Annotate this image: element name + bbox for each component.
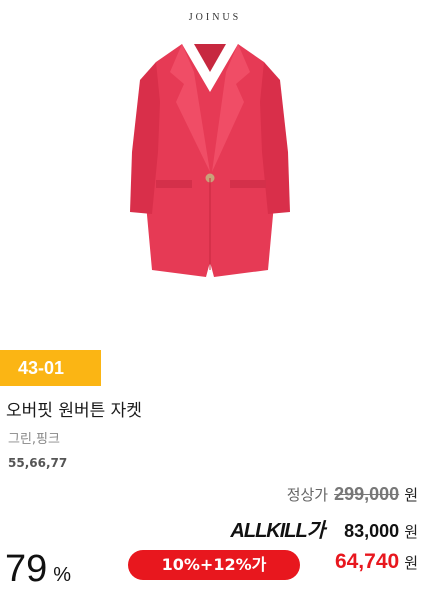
product-title[interactable]: 오버핏 원버튼 자켓	[6, 396, 142, 421]
discount-percent: 79%	[5, 548, 72, 590]
product-code-badge: 43-01	[0, 350, 101, 386]
product-image[interactable]: JOINUS	[0, 0, 430, 345]
allkill-logo: ALLKILL가	[230, 520, 325, 542]
allkill-price: 83,000	[344, 521, 400, 541]
jacket-image	[130, 44, 290, 277]
allkill-price-row: ALLKILL가 83,000 원	[230, 514, 418, 543]
product-colors: 그린,핑크	[8, 432, 60, 447]
regular-price-row: 정상가 299,000 원	[287, 484, 418, 505]
regular-price-label: 정상가	[286, 486, 329, 504]
currency-unit: 원	[404, 523, 418, 541]
final-price: 64,740	[334, 550, 400, 573]
coupon-badge[interactable]: 10%+12%가	[128, 550, 300, 580]
brand-logo: JOINUS	[188, 12, 242, 23]
currency-unit: 원	[404, 486, 418, 504]
regular-price: 299,000	[334, 484, 400, 504]
product-sizes: 55,66,77	[8, 456, 68, 470]
final-price-row: 64,740 원	[335, 550, 418, 574]
currency-unit: 원	[404, 554, 418, 572]
